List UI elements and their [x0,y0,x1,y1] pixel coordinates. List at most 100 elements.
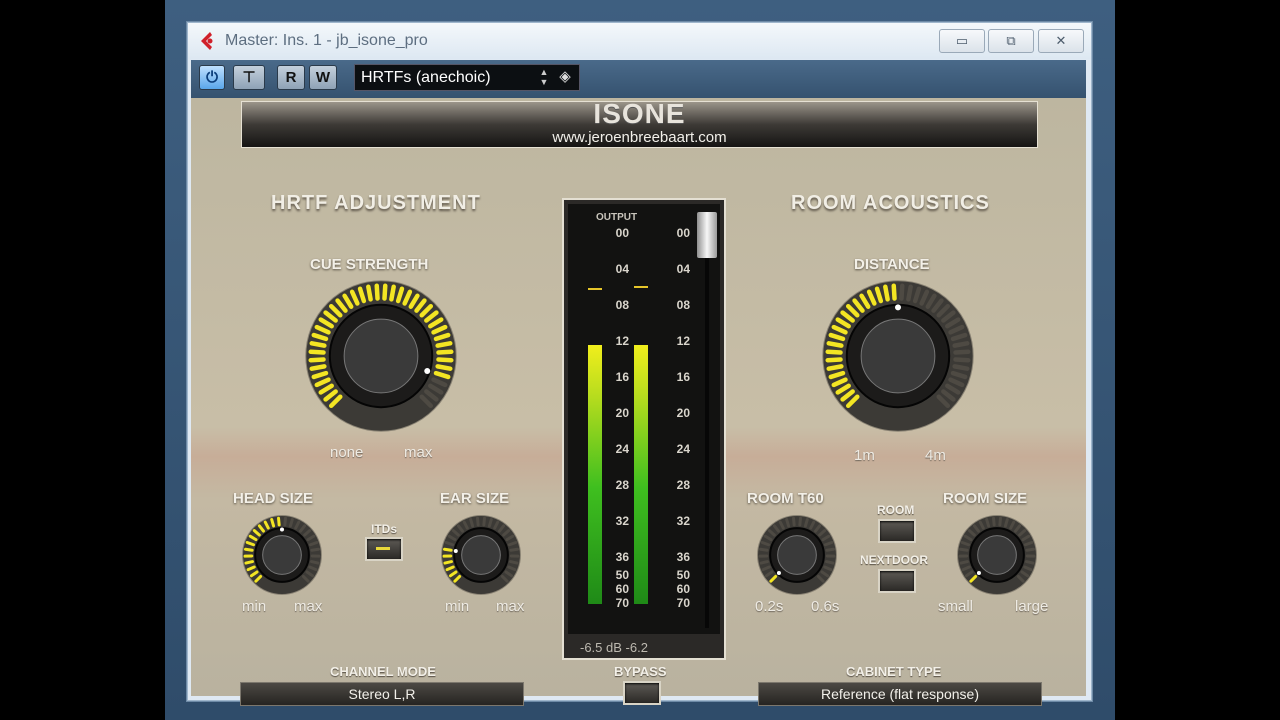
knob-led-segment [883,284,890,302]
knob-face [262,535,302,575]
right-peak-marker [634,286,648,288]
head-size-label: HEAD SIZE [233,490,314,507]
close-button[interactable]: ✕ [1038,29,1084,53]
distance-label: DISTANCE [854,256,930,273]
meter-tick-label: 08 [615,298,629,312]
preset-arrows-icon[interactable]: ▲ ▼ [537,67,551,87]
meter-tick-label: 36 [615,550,629,564]
knob-led-segment [960,540,971,547]
knob-led-segment [825,349,843,355]
room-t60-min-label: 0.2s [755,598,784,615]
knob-face [461,535,501,575]
meter-tick-label: 28 [676,478,690,492]
knob-led-segment [825,547,836,552]
ear-size-max-label: max [496,598,525,615]
knob-led-segment [825,357,843,363]
knob-led-segment [507,540,518,547]
meter-tick-label: 00 [615,226,629,240]
knob-led-segment [435,364,453,371]
knob-led-segment [310,560,320,565]
room-size-knob[interactable] [955,513,1039,597]
preset-selector[interactable]: HRTFs (anechoic) ▲ ▼ ◈ [354,64,580,91]
cabinet-type-dropdown[interactable]: Reference (flat response) [758,682,1042,706]
preset-menu-icon[interactable]: ◈ [556,67,574,87]
knob-led-segment [476,516,480,527]
room-size-max-label: large [1015,598,1049,615]
nextdoor-button-label: NEXTDOOR [860,553,929,567]
knob-led-segment [436,357,454,363]
knob-led-segment [1003,518,1009,528]
cue-strength-knob[interactable] [301,276,461,436]
head-size-knob[interactable] [240,513,324,597]
knob-led-segment [487,518,493,528]
room-button[interactable] [878,519,916,543]
cabinet-type-label: CABINET TYPE [846,664,942,679]
knob-led-segment [308,540,319,547]
bypass-label: BYPASS [614,664,667,679]
knob-led-segment [374,283,380,301]
meter-tick-label: 12 [615,334,629,348]
bypass-button[interactable] [623,681,661,705]
knob-led-segment [985,518,991,528]
knob-pointer-icon [895,304,901,311]
knob-led-segment [1025,547,1036,552]
knob-led-segment [759,560,769,565]
room-t60-knob[interactable] [755,513,839,597]
knob-led-segment [288,518,294,528]
room-section-title: ROOM ACOUSTICS [791,192,990,214]
cue-strength-min-label: none [330,444,364,461]
knob-led-segment [792,516,796,527]
meter-tick-label: 04 [615,262,629,276]
knob-led-segment [899,283,905,301]
knob-led-segment [758,547,769,552]
compare-button[interactable]: ⊤ [233,65,265,90]
meter-tick-label: 08 [676,298,690,312]
write-automation-button[interactable]: W [309,65,337,90]
meter-tick-label: 12 [676,334,690,348]
room-t60-label: ROOM T60 [747,490,824,507]
meter-tick-label: 16 [615,370,629,384]
ear-size-label: EAR SIZE [440,490,510,507]
knob-led-segment [825,560,835,565]
knob-face [343,318,419,394]
knob-led-segment [992,516,996,527]
itds-toggle-button[interactable] [365,537,403,561]
itds-led-icon [376,547,390,550]
knob-led-segment [444,540,455,547]
knob-pointer-icon [424,368,431,375]
head-size-min-label: min [242,598,267,615]
meter-tick-label: 00 [676,226,690,240]
channel-mode-dropdown[interactable]: Stereo L,R [240,682,524,706]
output-fader-handle[interactable] [697,212,717,258]
channel-mode-label: CHANNEL MODE [330,664,436,679]
knob-led-segment [244,560,254,565]
meter-tick-label: 32 [615,514,629,528]
maximize-button[interactable]: ⧉ [988,29,1034,53]
isone-plugin-panel: ISONE www.jeroenbreebaart.com HRTF ADJUS… [191,98,1086,706]
power-button[interactable]: ⏻ [199,65,225,90]
meter-tick-label: 24 [676,442,690,456]
knob-led-segment [826,364,844,371]
knob-led-segment [482,516,486,527]
knob-led-segment [245,540,256,547]
output-label: OUTPUT [596,212,638,223]
meter-tick-label: 60 [615,582,629,596]
knob-led-segment [953,357,971,363]
plugin-window: Master: Ins. 1 - jb_isone_pro ▭ ⧉ ✕ ⏻ ⊤ … [187,22,1092,706]
minimize-button[interactable]: ▭ [939,29,985,53]
knob-led-segment [509,560,519,565]
nextdoor-button[interactable] [878,569,916,593]
room-size-label: ROOM SIZE [943,490,1028,507]
read-automation-button[interactable]: R [277,65,305,90]
right-level-bar [634,345,648,604]
knob-led-segment [308,349,326,355]
knob-led-segment [1025,560,1035,565]
distance-knob[interactable] [818,276,978,436]
title-bar[interactable]: Master: Ins. 1 - jb_isone_pro ▭ ⧉ ✕ [188,23,1091,59]
knob-led-segment [389,284,396,302]
meter-tick-label: 16 [676,370,690,384]
ear-size-knob[interactable] [439,513,523,597]
knob-led-segment [760,540,771,547]
knob-led-segment [952,364,970,371]
itds-label: ITDs [371,522,398,536]
